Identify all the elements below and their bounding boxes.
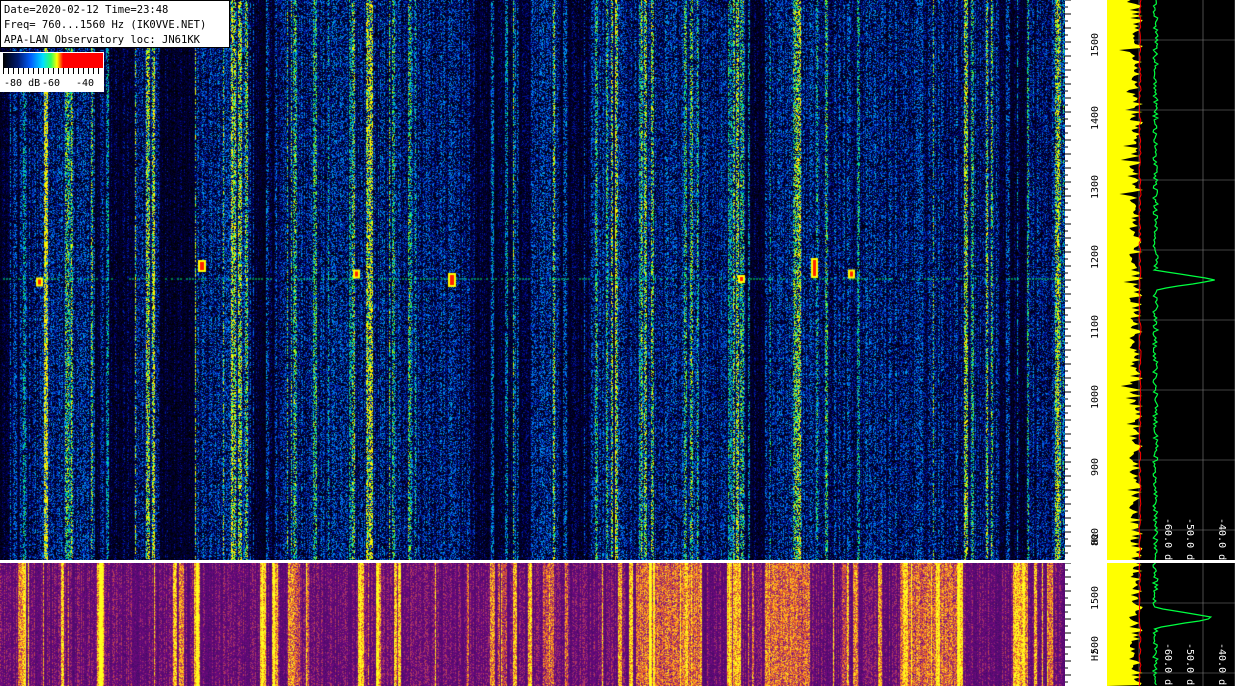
spectrum-average-trace <box>1151 0 1215 560</box>
frequency-unit-label: Hz <box>1090 533 1101 545</box>
db-scale-label: -60.0 dB <box>1162 518 1173 560</box>
waterfall-spectrogram-bottom <box>0 563 1065 686</box>
bottom-tick-label-1500: 1500 <box>1090 586 1101 610</box>
tick-label-900: 900 <box>1090 458 1101 476</box>
frequency-axis-ticks <box>1065 0 1071 554</box>
spectrum-instant-trace <box>1107 0 1143 560</box>
info-box: Date=2020-02-12 Time=23:48 Freq= 760...1… <box>0 0 230 48</box>
tick-label-1200: 1200 <box>1090 245 1101 269</box>
spectrum-instant-trace <box>1107 563 1143 686</box>
color-scale-label-mid: -60 <box>42 78 61 89</box>
color-scale-ticks <box>3 68 103 74</box>
waterfall-spectrogram-top <box>0 0 1065 560</box>
tick-label-1000: 1000 <box>1090 385 1101 409</box>
frequency-axis-bottom: 1500500Hz <box>1065 563 1107 686</box>
spectrum-profile-bottom: -60.0 dB -50.0 dB -40.0 dB <box>1107 563 1235 686</box>
color-scale-label-max: -40 <box>76 78 95 89</box>
db-scale-label: -50.0 dB <box>1184 518 1195 560</box>
tick-label-1100: 1100 <box>1090 315 1101 339</box>
tick-label-1300: 1300 <box>1090 175 1101 199</box>
color-gradient <box>3 53 103 68</box>
db-scale-label: -40.0 dB <box>1216 518 1227 560</box>
spectrum-average-trace <box>1151 563 1213 686</box>
spectrum-peak-trace <box>1138 563 1142 686</box>
color-scale-label-min: -80 dB <box>4 78 41 89</box>
db-scale-label: -40.0 dB <box>1216 643 1227 686</box>
color-scale-legend: -80 dB -60 -40 <box>0 52 104 92</box>
date-time-label: Date=2020-02-12 Time=23:48 <box>4 4 169 16</box>
tick-label-1500: 1500 <box>1090 33 1101 57</box>
spectrum-peak-trace <box>1138 0 1142 559</box>
db-scale-label: -60.0 dB <box>1162 643 1173 686</box>
bottom-frequency-unit-label: Hz <box>1090 649 1101 661</box>
spectrum-profile-top: -60.0 dB -50.0 dB -40.0 dB <box>1107 0 1235 560</box>
db-scale-label: -50.0 dB <box>1184 643 1195 686</box>
tick-label-1400: 1400 <box>1090 106 1101 130</box>
frequency-axis-top: 150014001300120011001000900800Hz <box>1065 0 1107 560</box>
observatory-label: APA-LAN Observatory loc: JN61KK <box>4 34 200 46</box>
frequency-range-label: Freq= 760...1560 Hz (IK0VVE.NET) <box>4 19 207 31</box>
